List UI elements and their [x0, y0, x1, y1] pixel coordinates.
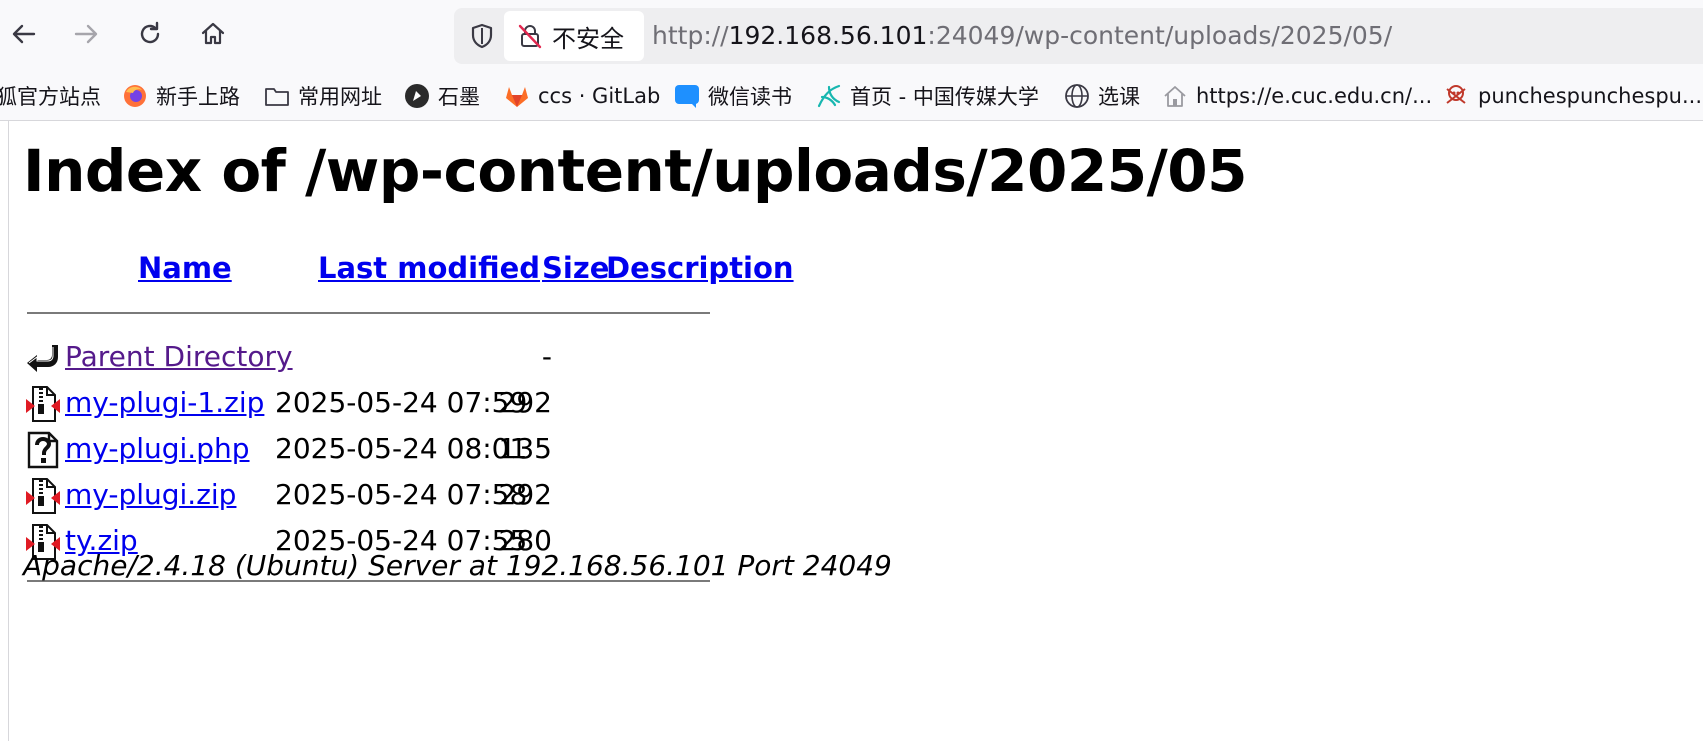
row-size: 292	[498, 478, 552, 511]
server-signature: Apache/2.4.18 (Ubuntu) Server at 192.168…	[23, 549, 892, 582]
folder-icon	[264, 83, 290, 109]
house-icon	[1162, 83, 1188, 109]
bookmark-cuc-home[interactable]: 首页 - 中国传媒大学	[816, 72, 1039, 120]
bookmark-course-selection[interactable]: 选课	[1064, 72, 1140, 120]
bookmark-gitlab[interactable]: ccs · GitLab	[504, 72, 660, 120]
back-button[interactable]	[4, 14, 44, 54]
weread-icon	[674, 83, 700, 109]
row-size: 135	[498, 432, 552, 465]
url-bar[interactable]: 不安全 http://192.168.56.101:24049/wp-conte…	[454, 8, 1703, 64]
tracking-protection-shield-icon[interactable]	[466, 20, 498, 52]
firefox-icon	[122, 83, 148, 109]
row-date: 2025-05-24 07:58	[275, 478, 528, 511]
parent-directory-link[interactable]: Parent Directory	[65, 337, 293, 377]
column-header-description[interactable]: Description	[606, 251, 794, 285]
compressed-file-icon	[25, 477, 61, 515]
page-content: Index of /wp-content/uploads/2025/05 Nam…	[8, 121, 1703, 741]
globe-icon	[1064, 83, 1090, 109]
forward-arrow-icon	[74, 24, 98, 44]
row-date: 2025-05-24 07:59	[275, 386, 528, 419]
file-link[interactable]: my-plugi.php	[65, 429, 250, 469]
column-header-name[interactable]: Name	[138, 251, 232, 285]
gitlab-icon	[504, 83, 530, 109]
shimo-icon	[404, 83, 430, 109]
bookmarks-toolbar: 狐官方站点 新手上路 常用网址 石墨 ccs · GitLab 微信读书 首页 …	[0, 72, 1703, 121]
browser-toolbar: 不安全 http://192.168.56.101:24049/wp-conte…	[0, 0, 1703, 72]
home-button[interactable]	[193, 14, 233, 54]
bookmark-weread[interactable]: 微信读书	[674, 72, 792, 120]
back-arrow-icon	[12, 24, 36, 44]
row-size: 292	[498, 386, 552, 419]
cuc-icon	[816, 83, 842, 109]
insecure-lock-icon	[514, 20, 546, 52]
column-header-last-modified[interactable]: Last modified	[318, 251, 540, 285]
bookmark-official-site[interactable]: 狐官方站点	[0, 72, 101, 120]
row-size: -	[541, 340, 552, 373]
table-row: Parent Directory -	[25, 337, 745, 377]
unknown-file-icon	[25, 431, 61, 469]
file-link[interactable]: my-plugi-1.zip	[65, 383, 264, 423]
back-arrow-icon	[25, 339, 61, 377]
page-title: Index of /wp-content/uploads/2025/05	[23, 137, 1247, 205]
url-text[interactable]: http://192.168.56.101:24049/wp-content/u…	[652, 8, 1392, 64]
reload-icon	[140, 21, 160, 44]
row-date: 2025-05-24 08:01	[275, 432, 528, 465]
table-row: my-plugi.php 2025-05-24 08:01 135	[25, 429, 745, 469]
security-label: 不安全	[552, 24, 624, 53]
reload-button[interactable]	[130, 14, 170, 54]
site-security-indicator[interactable]: 不安全	[504, 11, 644, 61]
bookmark-e-cuc[interactable]: https://e.cuc.edu.cn/...	[1162, 72, 1432, 120]
table-row: my-plugi-1.zip 2025-05-24 07:59 292	[25, 383, 745, 423]
forward-button[interactable]	[66, 14, 106, 54]
skull-icon	[1444, 83, 1470, 109]
header-divider	[27, 312, 710, 314]
bookmark-shimo[interactable]: 石墨	[404, 72, 480, 120]
home-icon	[201, 22, 225, 45]
bookmark-getting-started[interactable]: 新手上路	[122, 72, 240, 120]
compressed-file-icon	[25, 385, 61, 423]
bookmark-folder-common-sites[interactable]: 常用网址	[264, 72, 382, 120]
file-link[interactable]: my-plugi.zip	[65, 475, 236, 515]
table-row: my-plugi.zip 2025-05-24 07:58 292	[25, 475, 745, 515]
column-header-size[interactable]: Size	[542, 251, 609, 285]
bookmark-punches[interactable]: punchespunchespu...	[1444, 72, 1702, 120]
